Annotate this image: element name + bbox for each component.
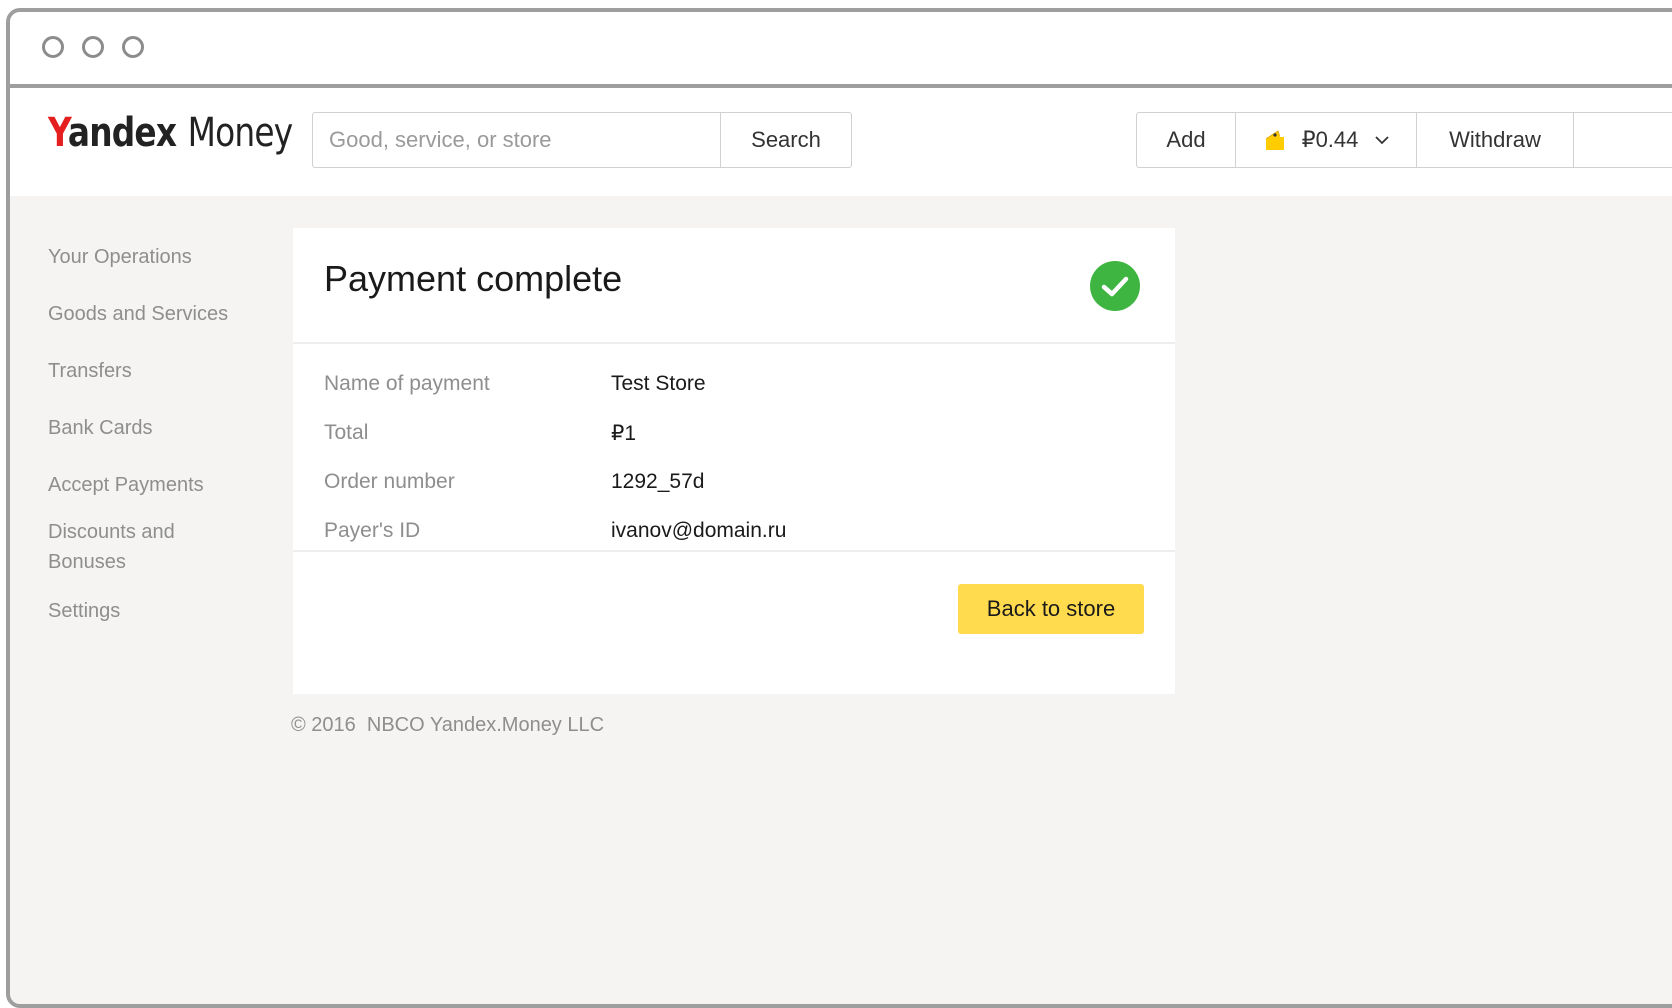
search-bar: Search (312, 112, 852, 168)
window-close-dot[interactable] (42, 36, 64, 58)
yandex-money-logo[interactable]: Yandex Money (48, 110, 293, 156)
sidebar-nav: Your Operations Goods and Services Trans… (48, 242, 268, 653)
detail-row: Order number 1292_57d (324, 470, 1144, 519)
card-header: Payment complete (293, 228, 1175, 344)
logo-money: Money (187, 110, 293, 156)
sidebar-item-bank-cards[interactable]: Bank Cards (48, 413, 268, 443)
title-bar (10, 12, 1672, 88)
withdraw-button[interactable]: Withdraw (1417, 113, 1574, 167)
detail-label: Name of payment (324, 372, 490, 395)
detail-row: Name of payment Test Store (324, 372, 1144, 421)
detail-value: Test Store (611, 372, 706, 395)
detail-row: Total ₽1 (324, 421, 1144, 470)
payment-result-card: Payment complete Name of payment Test St… (293, 228, 1175, 694)
sidebar-item-goods-and-services[interactable]: Goods and Services (48, 299, 268, 329)
logo-letter-y: Y (48, 110, 69, 156)
detail-label: Order number (324, 470, 455, 493)
balance-dropdown[interactable]: ₽0.44 (1236, 113, 1417, 167)
add-funds-button[interactable]: Add (1137, 113, 1236, 167)
logo-andex: andex (67, 110, 177, 156)
payment-details: Name of payment Test Store Total ₽1 Orde… (293, 344, 1175, 552)
window-maximize-dot[interactable] (122, 36, 144, 58)
wallet-icon (1265, 130, 1284, 150)
sidebar-item-transfers[interactable]: Transfers (48, 356, 268, 386)
detail-label: Total (324, 421, 369, 444)
browser-window: YandexMoney Search Add ₽0.44 Withdraw (6, 8, 1672, 1008)
page-title: Payment complete (324, 258, 623, 299)
site-header: YandexMoney Search Add ₽0.44 Withdraw (10, 88, 1672, 196)
detail-value: ₽1 (611, 422, 637, 445)
sidebar-item-your-operations[interactable]: Your Operations (48, 242, 268, 272)
check-circle-icon (1090, 261, 1140, 311)
card-footer: Back to store (293, 552, 1175, 692)
copyright-footer: © 2016 NBCO Yandex.Money LLC (291, 714, 605, 736)
wallet-controls: Add ₽0.44 Withdraw (1136, 112, 1672, 168)
search-button[interactable]: Search (720, 113, 851, 167)
chevron-down-icon (1375, 136, 1390, 145)
detail-value: 1292_57d (611, 470, 705, 493)
search-input[interactable] (313, 113, 720, 167)
sidebar-item-settings[interactable]: Settings (48, 596, 268, 626)
sidebar-item-accept-payments[interactable]: Accept Payments (48, 470, 268, 500)
balance-amount: ₽0.44 (1301, 127, 1359, 152)
sidebar-item-discounts-and-bonuses[interactable]: Discounts and Bonuses (48, 517, 198, 577)
window-minimize-dot[interactable] (82, 36, 104, 58)
back-to-store-button[interactable]: Back to store (958, 584, 1144, 634)
